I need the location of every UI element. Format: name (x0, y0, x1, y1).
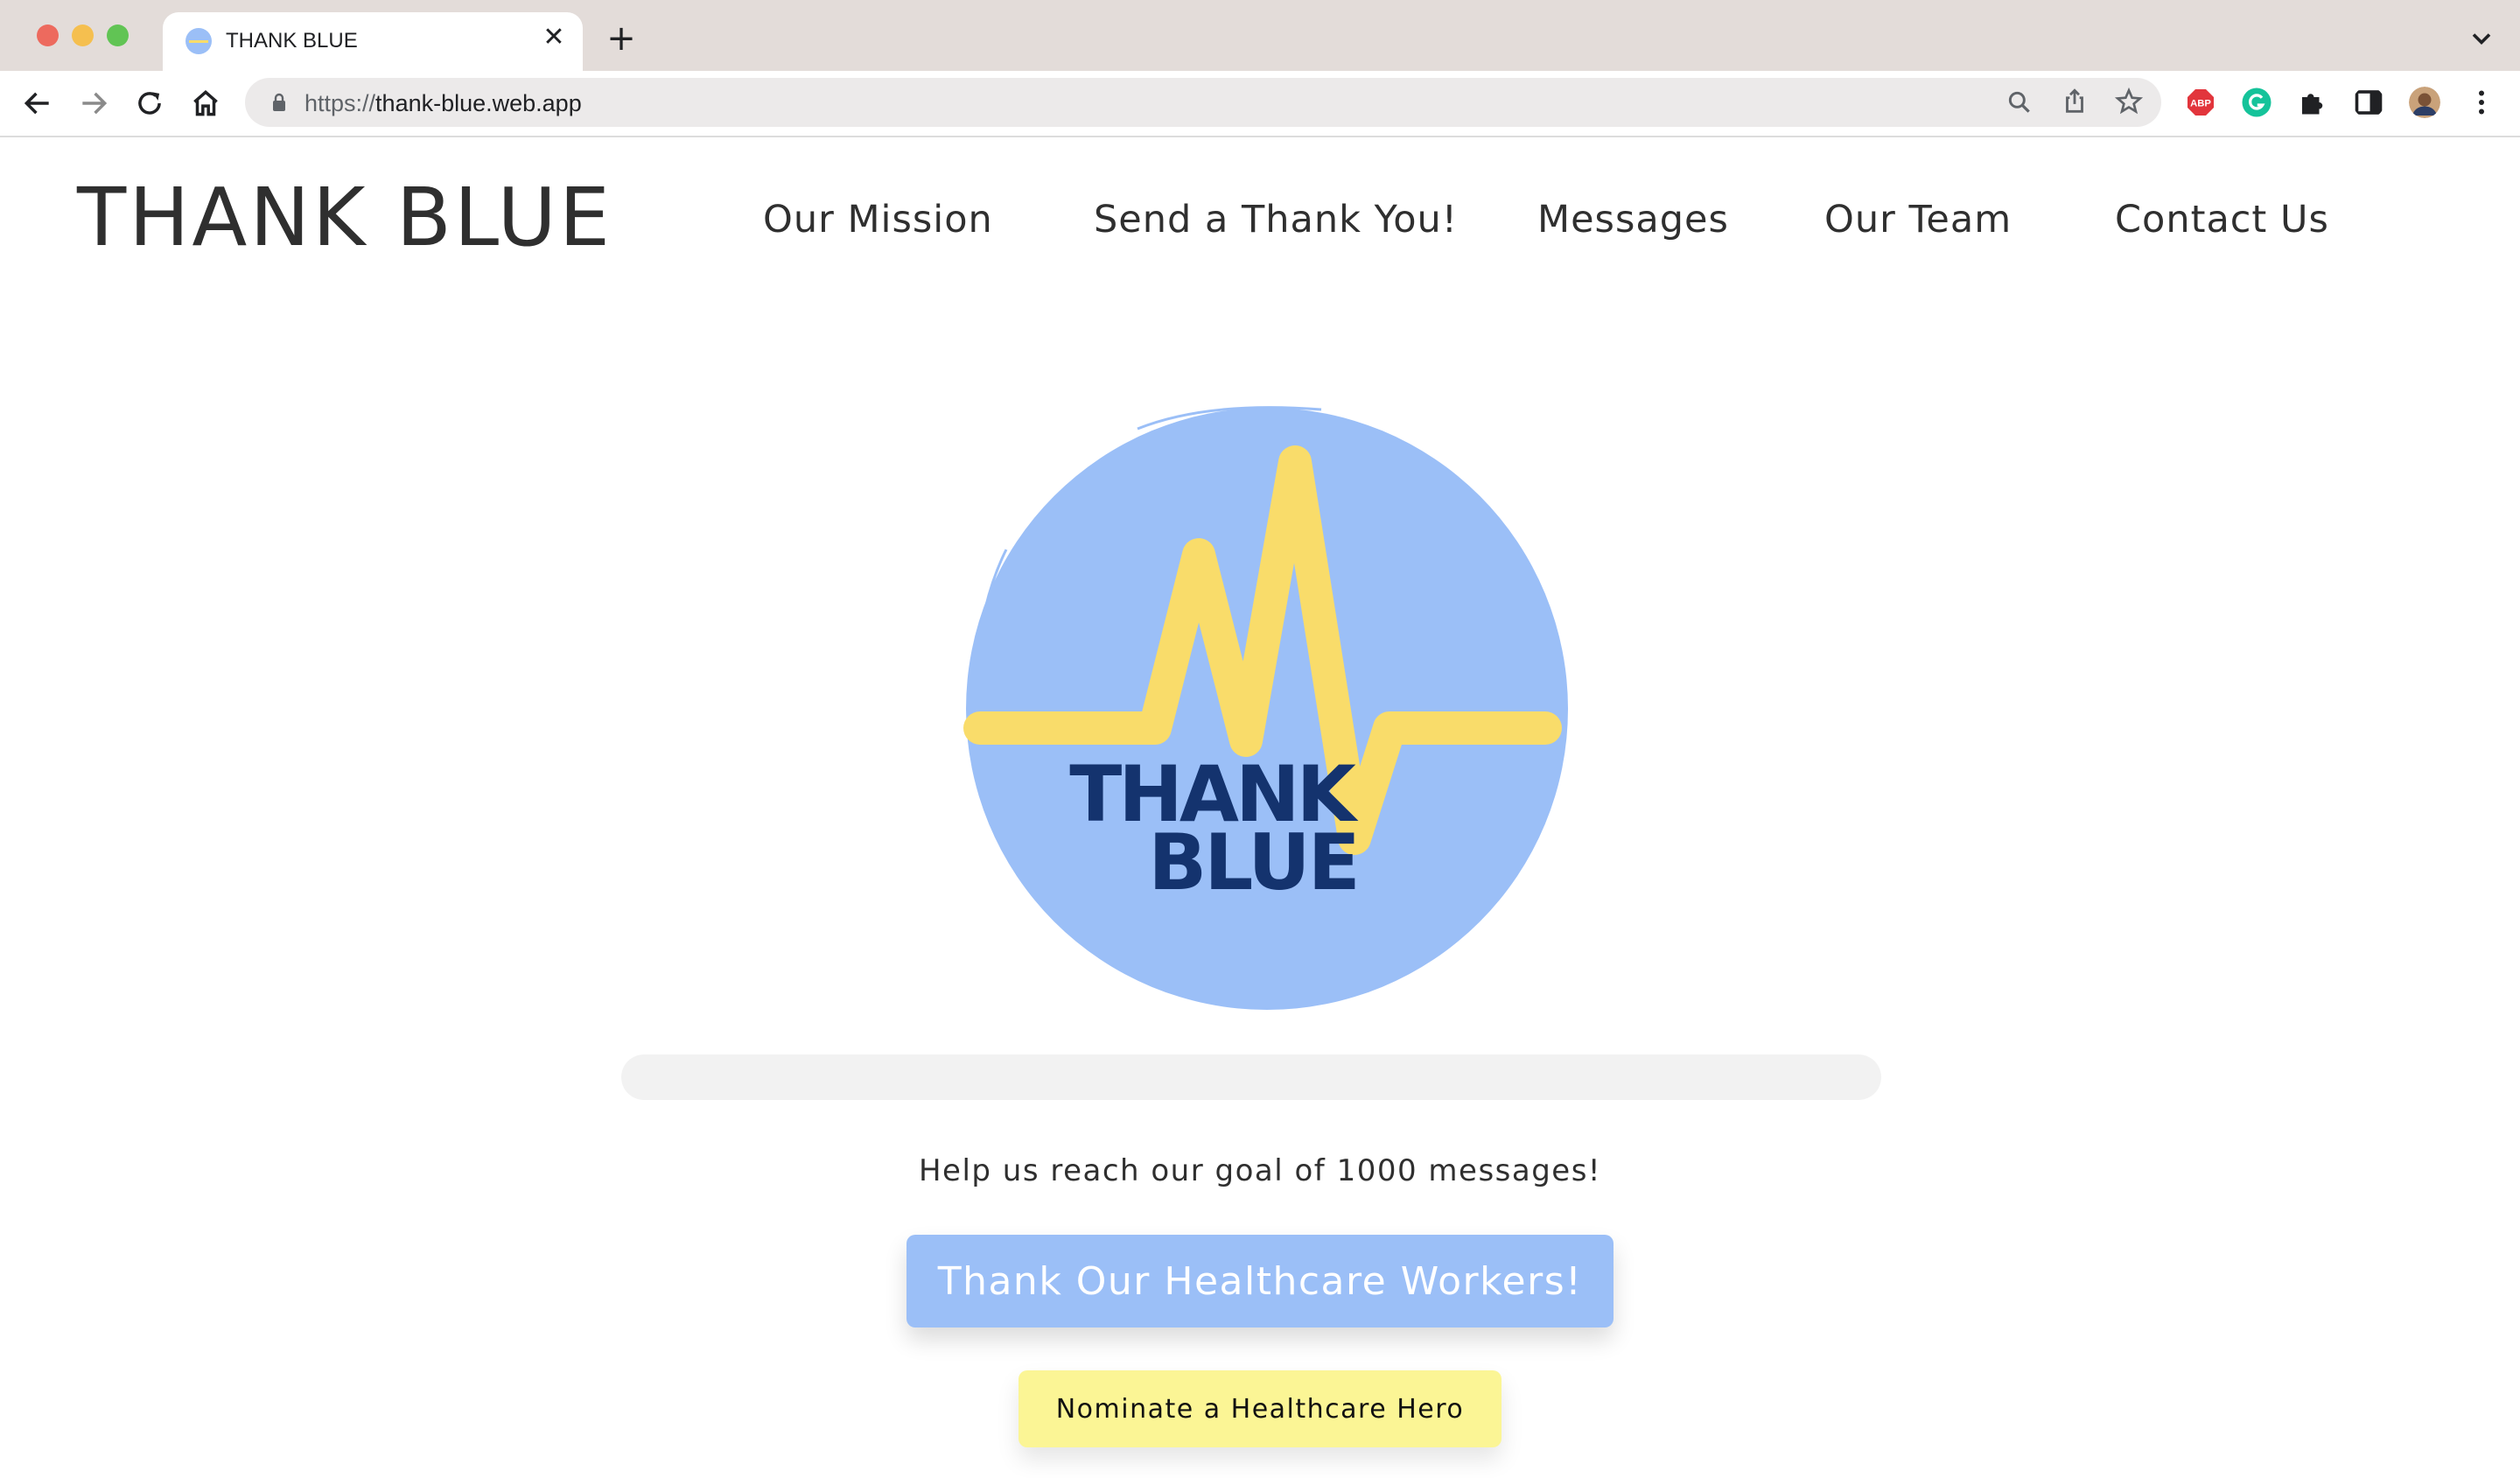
goal-text: Help us reach our goal of 1000 messages! (918, 1153, 1602, 1188)
url-text[interactable]: https://thank-blue.web.app (304, 90, 582, 117)
extensions-icon[interactable] (2297, 87, 2328, 118)
grammarly-icon[interactable] (2241, 87, 2272, 118)
nav-send-thank-you[interactable]: Send a Thank You! (1094, 198, 1458, 242)
browser-tab[interactable]: THANK BLUE ✕ (163, 12, 583, 71)
reload-icon[interactable] (133, 87, 166, 120)
nav-our-mission[interactable]: Our Mission (763, 198, 993, 242)
minimize-window-button[interactable] (72, 25, 94, 46)
browser-tab-bar: THANK BLUE ✕ + (0, 0, 2520, 71)
nominate-healthcare-hero-button[interactable]: Nominate a Healthcare Hero (1018, 1370, 1502, 1447)
chevron-down-icon[interactable] (2466, 23, 2497, 54)
thank-healthcare-workers-button[interactable]: Thank Our Healthcare Workers! (906, 1235, 1614, 1327)
tab-title: THANK BLUE (226, 29, 358, 53)
profile-avatar[interactable] (2409, 87, 2440, 118)
nav-contact-us[interactable]: Contact Us (2115, 198, 2329, 242)
message-goal-progress-bar (621, 1054, 1881, 1100)
lock-icon[interactable] (270, 92, 289, 113)
zoom-icon[interactable] (2006, 88, 2034, 116)
side-panel-icon[interactable] (2353, 87, 2384, 118)
home-icon[interactable] (189, 87, 222, 120)
tab-close-icon[interactable]: ✕ (539, 23, 569, 53)
site-favicon-icon (186, 28, 212, 54)
forward-icon[interactable] (77, 87, 110, 120)
address-bar[interactable]: https://thank-blue.web.app (245, 78, 2161, 127)
back-icon[interactable] (21, 87, 54, 120)
nav-messages[interactable]: Messages (1537, 198, 1729, 242)
thank-blue-heartbeat-logo: THANK BLUE (963, 406, 1568, 1010)
svg-text:ABP: ABP (2190, 99, 2211, 109)
browser-toolbar: https://thank-blue.web.app ABP (0, 71, 2520, 137)
logo-text-blue: BLUE (1148, 817, 1358, 907)
new-tab-icon[interactable]: + (604, 21, 639, 56)
bookmark-star-icon[interactable] (2114, 87, 2144, 116)
nav-our-team[interactable]: Our Team (1824, 198, 2012, 242)
menu-icon[interactable] (2466, 87, 2497, 118)
share-icon[interactable] (2060, 87, 2090, 116)
close-window-button[interactable] (37, 25, 59, 46)
fullscreen-window-button[interactable] (107, 25, 129, 46)
site-logo-text[interactable]: THANK BLUE (77, 171, 612, 264)
adblock-plus-icon[interactable]: ABP (2185, 87, 2216, 118)
